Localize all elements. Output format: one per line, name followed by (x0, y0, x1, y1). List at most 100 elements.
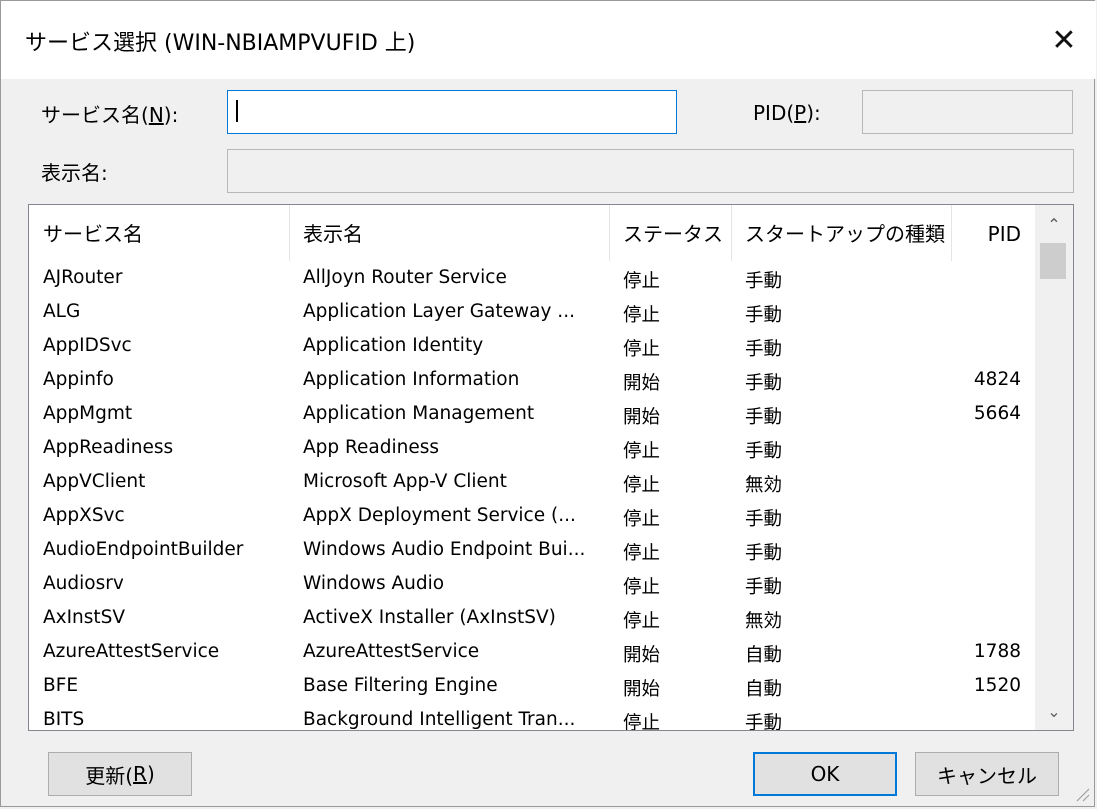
status-cell: 停止 (623, 475, 661, 496)
startup-type-cell: 手動 (745, 441, 783, 462)
table-row[interactable]: AppMgmt Application Management 開始 手動 5664 (29, 397, 1035, 431)
column-header-service-name[interactable]: サービス名 (29, 205, 289, 261)
table-row[interactable]: BITS Background Intelligent Tran... 停止 手動 (29, 703, 1035, 731)
display-name-cell: ActiveX Installer (AxInstSV) (303, 607, 556, 628)
startup-type-cell: 手動 (745, 509, 783, 530)
startup-type-cell: 手動 (745, 407, 783, 428)
status-cell: 停止 (623, 713, 661, 731)
display-name-label: 表示名: (41, 161, 108, 185)
service-name-cell: AppReadiness (43, 437, 174, 458)
status-cell: 停止 (623, 543, 661, 564)
display-name-cell: Application Identity (303, 335, 484, 356)
display-name-cell: Background Intelligent Tran... (303, 709, 576, 730)
display-name-cell: Application Information (303, 369, 520, 390)
pid-cell: 1520 (973, 675, 1021, 696)
pid-cell: 1788 (973, 641, 1021, 662)
status-cell: 開始 (623, 373, 661, 394)
scrollbar-thumb[interactable] (1040, 243, 1066, 279)
service-name-cell: Audiosrv (43, 573, 124, 594)
display-name-cell: AppX Deployment Service (... (303, 505, 576, 526)
table-row[interactable]: AppIDSvc Application Identity 停止 手動 (29, 329, 1035, 363)
service-name-cell: Appinfo (43, 369, 114, 390)
display-name-cell: AllJoyn Router Service (303, 267, 507, 288)
table-row[interactable]: AzureAttestService AzureAttestService 開始 自動… (29, 635, 1035, 669)
startup-type-cell: 手動 (745, 373, 783, 394)
column-header-startup-type[interactable]: スタートアップの種類 (731, 205, 951, 261)
close-icon: ✕ (1051, 22, 1077, 58)
status-cell: 停止 (623, 339, 661, 360)
display-name-cell: App Readiness (303, 437, 440, 458)
column-header-display-name[interactable]: 表示名 (289, 205, 609, 261)
pid-field (862, 90, 1073, 134)
service-name-cell: BFE (43, 675, 79, 696)
startup-type-cell: 自動 (745, 679, 783, 700)
table-row[interactable]: BFE Base Filtering Engine 開始 自動 1520 (29, 669, 1035, 703)
service-name-label: サービス名(N): (41, 103, 179, 127)
service-name-cell: BITS (43, 709, 85, 730)
startup-type-cell: 無効 (745, 611, 783, 632)
startup-type-cell: 手動 (745, 713, 783, 731)
service-name-cell: AJRouter (43, 267, 123, 288)
scroll-up-button[interactable]: ⌃ (1035, 205, 1073, 243)
table-row[interactable]: ALG Application Layer Gateway ... 停止 手動 (29, 295, 1035, 329)
status-cell: 停止 (623, 611, 661, 632)
table-row[interactable]: AppVClient Microsoft App-V Client 停止 無効 (29, 465, 1035, 499)
display-name-cell: AzureAttestService (303, 641, 480, 662)
status-cell: 停止 (623, 271, 661, 292)
close-button[interactable]: ✕ (1032, 1, 1096, 79)
startup-type-cell: 無効 (745, 475, 783, 496)
startup-type-cell: 手動 (745, 543, 783, 564)
text-caret (236, 100, 238, 122)
vertical-scrollbar[interactable]: ⌃ ⌄ (1035, 205, 1073, 730)
column-header-status[interactable]: ステータス (609, 205, 731, 261)
table-row[interactable]: AppXSvc AppX Deployment Service (... 停止 手動 (29, 499, 1035, 533)
pid-cell: 4824 (973, 369, 1021, 390)
service-name-cell: AzureAttestService (43, 641, 220, 662)
status-cell: 停止 (623, 305, 661, 326)
pid-cell: 5664 (973, 403, 1021, 424)
scroll-down-button[interactable]: ⌄ (1035, 692, 1073, 730)
status-cell: 開始 (623, 679, 661, 700)
service-name-cell: AppMgmt (43, 403, 133, 424)
status-cell: 停止 (623, 577, 661, 598)
services-list[interactable]: サービス名 表示名 ステータス スタートアップの種類 PID AJRouter A… (28, 204, 1074, 731)
ok-button[interactable]: OK (753, 752, 897, 796)
display-name-field (227, 149, 1074, 193)
startup-type-cell: 手動 (745, 271, 783, 292)
display-name-cell: Windows Audio (303, 573, 445, 594)
refresh-button[interactable]: 更新(R) (48, 752, 192, 796)
chevron-down-icon: ⌄ (1047, 701, 1061, 721)
service-name-cell: AppIDSvc (43, 335, 132, 356)
cancel-button[interactable]: キャンセル (915, 752, 1059, 796)
table-row[interactable]: AudioEndpointBuilder Windows Audio Endpoi… (29, 533, 1035, 567)
status-cell: 開始 (623, 407, 661, 428)
title-bar[interactable]: サービス選択 (WIN-NBIAMPVUFID 上) ✕ (1, 1, 1096, 79)
list-header: サービス名 表示名 ステータス スタートアップの種類 PID (29, 205, 1035, 261)
list-rows: AJRouter AllJoyn Router Service 停止 手動 ALG App… (29, 261, 1035, 731)
display-name-cell: Microsoft App-V Client (303, 471, 507, 492)
startup-type-cell: 手動 (745, 577, 783, 598)
table-row[interactable]: AJRouter AllJoyn Router Service 停止 手動 (29, 261, 1035, 295)
status-cell: 開始 (623, 645, 661, 666)
service-name-cell: AppXSvc (43, 505, 125, 526)
startup-type-cell: 自動 (745, 645, 783, 666)
display-name-cell: Application Management (303, 403, 535, 424)
startup-type-cell: 手動 (745, 305, 783, 326)
display-name-cell: Windows Audio Endpoint Bui... (303, 539, 586, 560)
service-name-cell: AxInstSV (43, 607, 126, 628)
table-row[interactable]: AxInstSV ActiveX Installer (AxInstSV) 停止 無効 (29, 601, 1035, 635)
window-title: サービス選択 (WIN-NBIAMPVUFID 上) (25, 31, 416, 56)
startup-type-cell: 手動 (745, 339, 783, 360)
table-row[interactable]: Audiosrv Windows Audio 停止 手動 (29, 567, 1035, 601)
column-header-pid[interactable]: PID (951, 205, 1035, 261)
display-name-cell: Application Layer Gateway ... (303, 301, 575, 322)
table-row[interactable]: AppReadiness App Readiness 停止 手動 (29, 431, 1035, 465)
service-select-dialog: サービス選択 (WIN-NBIAMPVUFID 上) ✕ サービス名(N): P… (0, 0, 1096, 807)
service-name-cell: AppVClient (43, 471, 146, 492)
table-row[interactable]: Appinfo Application Information 開始 手動 4824 (29, 363, 1035, 397)
resize-grip-icon[interactable] (1072, 784, 1090, 802)
service-name-input[interactable] (227, 90, 677, 134)
service-name-cell: AudioEndpointBuilder (43, 539, 244, 560)
chevron-up-icon: ⌃ (1047, 214, 1061, 234)
status-cell: 停止 (623, 509, 661, 530)
